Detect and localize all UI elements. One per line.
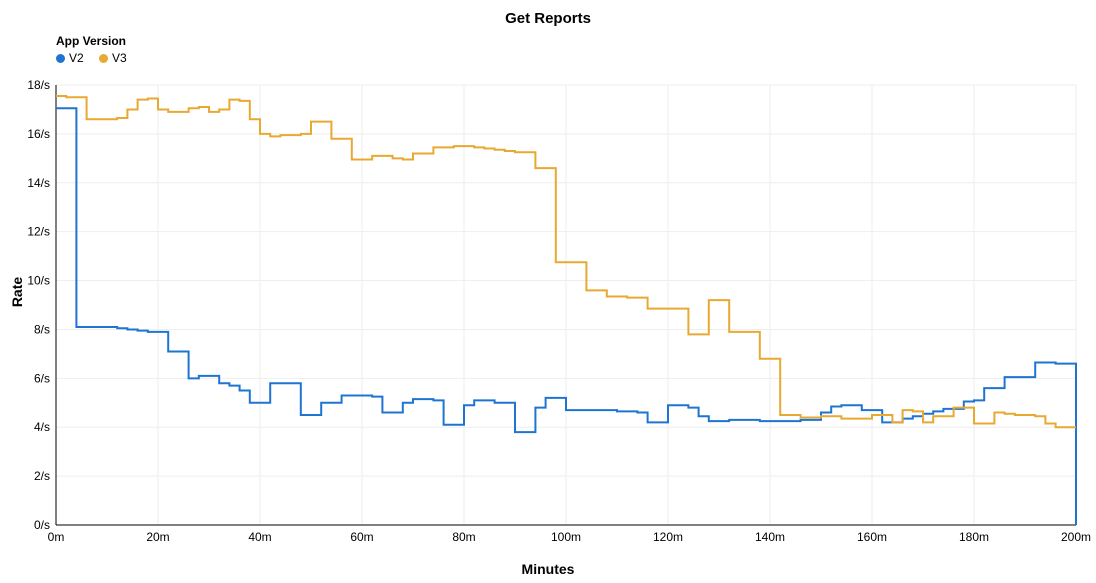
svg-text:140m: 140m <box>755 530 785 544</box>
svg-text:80m: 80m <box>452 530 475 544</box>
svg-text:10/s: 10/s <box>27 274 50 288</box>
svg-text:12/s: 12/s <box>27 225 50 239</box>
svg-text:18/s: 18/s <box>27 78 50 92</box>
chart-container: Get Reports App Version V2 V3 Rate 0/s2/… <box>0 0 1096 583</box>
plot-area: 0/s2/s4/s6/s8/s10/s12/s14/s16/s18/s0m20m… <box>56 85 1076 525</box>
svg-text:6/s: 6/s <box>34 371 50 385</box>
y-axis-label: Rate <box>9 276 25 306</box>
svg-text:180m: 180m <box>959 530 989 544</box>
svg-text:2/s: 2/s <box>34 469 50 483</box>
svg-text:160m: 160m <box>857 530 887 544</box>
legend-items: V2 V3 <box>56 51 139 66</box>
svg-text:200m: 200m <box>1061 530 1091 544</box>
legend: App Version V2 V3 <box>56 34 139 66</box>
legend-label: V3 <box>112 51 127 65</box>
legend-item-v2[interactable]: V2 <box>56 51 84 65</box>
legend-title: App Version <box>56 34 139 48</box>
chart-svg: 0/s2/s4/s6/s8/s10/s12/s14/s16/s18/s0m20m… <box>56 85 1076 525</box>
svg-text:8/s: 8/s <box>34 322 50 336</box>
legend-label: V2 <box>69 51 84 65</box>
chart-title: Get Reports <box>0 10 1096 27</box>
legend-item-v3[interactable]: V3 <box>99 51 127 65</box>
svg-text:120m: 120m <box>653 530 683 544</box>
legend-dot-icon <box>99 54 108 63</box>
svg-text:60m: 60m <box>350 530 373 544</box>
x-axis-label: Minutes <box>0 561 1096 577</box>
svg-text:16/s: 16/s <box>27 127 50 141</box>
svg-text:100m: 100m <box>551 530 581 544</box>
svg-text:4/s: 4/s <box>34 420 50 434</box>
svg-text:0m: 0m <box>48 530 65 544</box>
svg-text:20m: 20m <box>146 530 169 544</box>
svg-text:40m: 40m <box>248 530 271 544</box>
legend-dot-icon <box>56 54 65 63</box>
svg-text:14/s: 14/s <box>27 176 50 190</box>
